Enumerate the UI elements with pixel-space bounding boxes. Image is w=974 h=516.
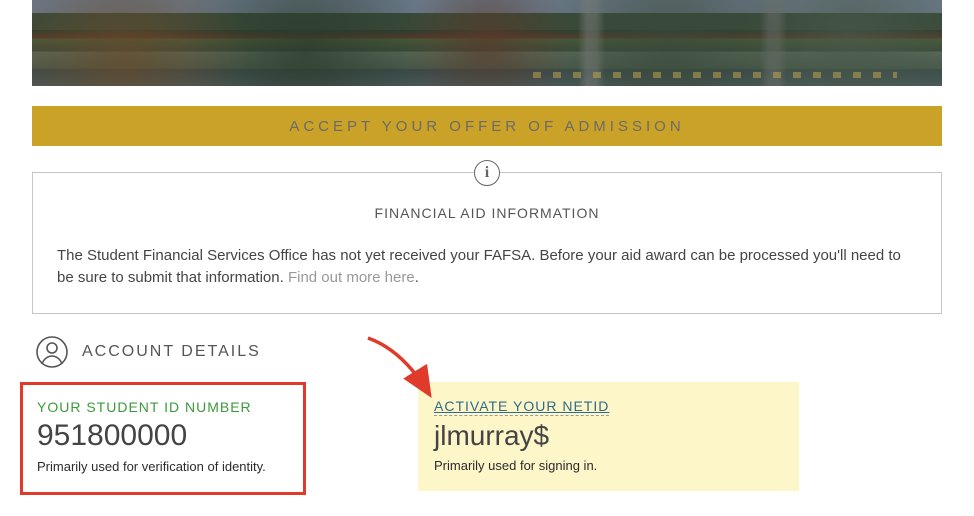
student-id-sub: Primarily used for verification of ident…: [37, 459, 289, 474]
person-icon: [36, 336, 68, 368]
financial-aid-title: FINANCIAL AID INFORMATION: [57, 205, 917, 221]
financial-aid-text-suffix: .: [415, 269, 419, 286]
financial-aid-text-prefix: The Student Financial Services Office ha…: [57, 247, 901, 286]
student-id-label: YOUR STUDENT ID NUMBER: [37, 399, 289, 415]
account-cards-row: YOUR STUDENT ID NUMBER 951800000 Primari…: [0, 382, 974, 495]
account-details-header: ACCOUNT DETAILS: [36, 336, 938, 368]
info-icon: i: [474, 160, 500, 186]
netid-value: jlmurray$: [434, 420, 783, 452]
campus-banner-image: [32, 0, 942, 86]
financial-aid-body: The Student Financial Services Office ha…: [57, 245, 917, 289]
accept-offer-bar[interactable]: ACCEPT YOUR OFFER OF ADMISSION: [32, 106, 942, 146]
netid-card: ACTIVATE YOUR NETID jlmurray$ Primarily …: [418, 382, 799, 491]
find-out-more-link[interactable]: Find out more here: [288, 269, 415, 286]
student-id-card: YOUR STUDENT ID NUMBER 951800000 Primari…: [20, 382, 306, 495]
student-id-value: 951800000: [37, 419, 289, 453]
accept-offer-label: ACCEPT YOUR OFFER OF ADMISSION: [289, 118, 684, 135]
account-details-title: ACCOUNT DETAILS: [82, 343, 261, 361]
activate-netid-link[interactable]: ACTIVATE YOUR NETID: [434, 398, 609, 416]
financial-aid-panel: i FINANCIAL AID INFORMATION The Student …: [32, 172, 942, 314]
netid-sub: Primarily used for signing in.: [434, 458, 783, 473]
